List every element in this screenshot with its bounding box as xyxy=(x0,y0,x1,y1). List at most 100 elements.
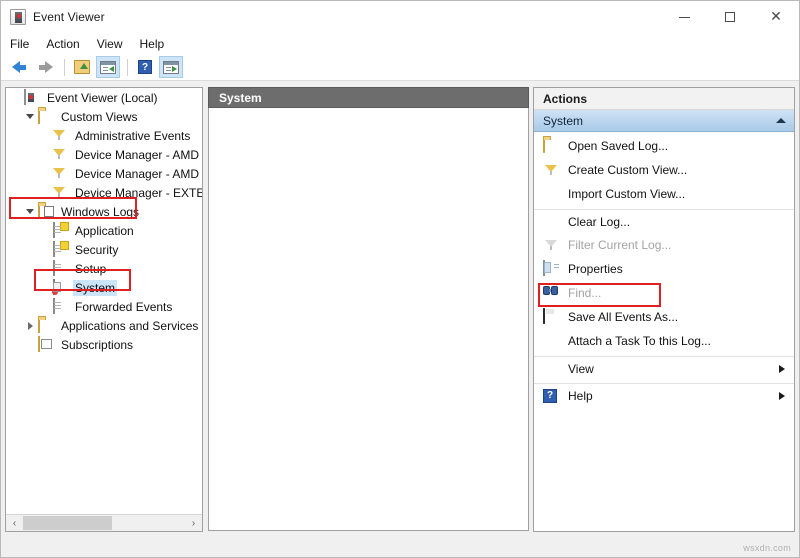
action-icon-spacer xyxy=(543,361,560,377)
show-hide-console-tree-icon xyxy=(100,61,116,74)
tree-item[interactable]: Application xyxy=(6,221,202,240)
tree-item[interactable]: Device Manager - AMD Ra xyxy=(6,164,202,183)
maximize-icon xyxy=(725,12,735,22)
submenu-arrow-icon[interactable] xyxy=(779,392,785,400)
close-icon: ✕ xyxy=(770,10,782,24)
menu-view[interactable]: View xyxy=(97,35,132,53)
action-item-label: View xyxy=(568,362,779,376)
minimize-button[interactable] xyxy=(661,1,707,33)
toolbar: ? xyxy=(1,54,799,81)
action-item: Find... xyxy=(534,281,794,305)
close-button[interactable]: ✕ xyxy=(753,1,799,33)
window-controls: ✕ xyxy=(661,1,799,33)
tree-item[interactable]: Custom Views xyxy=(6,107,202,126)
action-item[interactable]: Import Custom View... xyxy=(534,182,794,206)
action-item[interactable]: Create Custom View... xyxy=(534,158,794,182)
tree-horizontal-scrollbar[interactable]: ‹ › xyxy=(6,514,202,531)
tree-item[interactable]: Device Manager - AMD Ra xyxy=(6,145,202,164)
tree-item[interactable]: Event Viewer (Local) xyxy=(6,88,202,107)
action-item-label: Attach a Task To this Log... xyxy=(568,334,785,348)
toolbar-up-button[interactable] xyxy=(70,56,94,78)
menu-action[interactable]: Action xyxy=(46,35,88,53)
forward-arrow-icon xyxy=(38,61,53,73)
action-item[interactable]: ?Help xyxy=(534,383,794,407)
toolbar-help-button[interactable]: ? xyxy=(133,56,157,78)
action-item[interactable]: Save All Events As... xyxy=(534,305,794,329)
funnel-icon xyxy=(52,147,68,162)
toolbar-separator xyxy=(127,59,128,76)
toolbar-console-tree-button[interactable] xyxy=(96,56,120,78)
collapse-triangle-icon[interactable] xyxy=(776,118,786,123)
tree-item[interactable]: Windows Logs xyxy=(6,202,202,221)
action-item[interactable]: Clear Log... xyxy=(534,209,794,233)
scroll-track[interactable] xyxy=(23,515,185,531)
scroll-left-button[interactable]: ‹ xyxy=(6,515,23,531)
action-item-label: Properties xyxy=(568,262,785,276)
action-item-label: Save All Events As... xyxy=(568,310,785,324)
back-arrow-icon xyxy=(12,61,27,73)
action-item-label: Create Custom View... xyxy=(568,163,785,177)
tree-item[interactable]: Security xyxy=(6,240,202,259)
folder-icon xyxy=(38,109,54,124)
submenu-arrow-icon[interactable] xyxy=(779,365,785,373)
tree-item-label: Subscriptions xyxy=(59,337,135,353)
actions-panel: Actions System Open Saved Log...Create C… xyxy=(533,87,795,532)
action-icon-spacer xyxy=(543,214,560,230)
action-item[interactable]: Attach a Task To this Log... xyxy=(534,329,794,353)
action-item[interactable]: Open Saved Log... xyxy=(534,134,794,158)
maximize-button[interactable] xyxy=(707,1,753,33)
tree-item-label: Applications and Services Log xyxy=(59,318,202,334)
tree-item-label: Setup xyxy=(73,261,108,277)
tree-item[interactable]: System xyxy=(6,278,202,297)
tree-item[interactable]: Device Manager - EXTERN xyxy=(6,183,202,202)
chevron-down-icon[interactable] xyxy=(22,114,38,119)
tree-item[interactable]: Applications and Services Log xyxy=(6,316,202,335)
chevron-right-icon[interactable] xyxy=(22,322,38,330)
action-icon-spacer xyxy=(543,333,560,349)
tree-item-label: Administrative Events xyxy=(73,128,192,144)
console-tree[interactable]: Event Viewer (Local) Custom Views Administ… xyxy=(6,88,202,514)
toolbar-back-button[interactable] xyxy=(7,56,31,78)
tree-item[interactable]: Forwarded Events xyxy=(6,297,202,316)
scroll-thumb[interactable] xyxy=(23,516,112,530)
find-binoculars-icon xyxy=(543,285,560,301)
console-tree-panel: Event Viewer (Local) Custom Views Administ… xyxy=(5,87,203,532)
action-item[interactable]: View xyxy=(534,356,794,380)
tree-item[interactable]: Setup xyxy=(6,259,202,278)
tree-item[interactable]: Administrative Events xyxy=(6,126,202,145)
tree-item-label: Application xyxy=(73,223,136,239)
save-icon xyxy=(543,309,560,325)
subscriptions-icon xyxy=(38,337,54,352)
action-item-label: Find... xyxy=(568,286,785,300)
log-active-icon xyxy=(52,280,68,295)
tree-item-label: Device Manager - AMD Ra xyxy=(73,147,202,163)
tree-item-label: Device Manager - AMD Ra xyxy=(73,166,202,182)
tree-item-label: Custom Views xyxy=(59,109,139,125)
scroll-right-button[interactable]: › xyxy=(185,515,202,531)
log-icon xyxy=(52,261,68,276)
toolbar-action-pane-button[interactable] xyxy=(159,56,183,78)
tree-item-label: Windows Logs xyxy=(59,204,141,220)
actions-group-header[interactable]: System xyxy=(534,110,794,132)
chevron-down-icon[interactable] xyxy=(22,209,38,214)
event-list-body[interactable] xyxy=(208,108,529,531)
tree-item-label: Event Viewer (Local) xyxy=(45,90,160,106)
properties-icon xyxy=(543,261,560,277)
action-item: Filter Current Log... xyxy=(534,233,794,257)
toolbar-forward-button[interactable] xyxy=(33,56,57,78)
help-icon: ? xyxy=(543,388,560,404)
toolbar-separator xyxy=(64,59,65,76)
show-hide-action-pane-icon xyxy=(163,61,179,74)
actions-list: Open Saved Log... Create Custom View... Im… xyxy=(534,132,794,407)
action-item[interactable]: Properties xyxy=(534,257,794,281)
minimize-icon xyxy=(679,17,690,18)
menu-file[interactable]: File xyxy=(10,35,38,53)
event-list-panel: System xyxy=(208,87,529,532)
event-viewer-window: Event Viewer ✕ File Action View Help ? xyxy=(0,0,800,558)
folder-plain-icon xyxy=(38,318,54,333)
status-strip xyxy=(1,537,799,557)
log-warn-icon xyxy=(52,242,68,257)
menu-help[interactable]: Help xyxy=(140,35,174,53)
action-item-label: Clear Log... xyxy=(568,215,785,229)
tree-item[interactable]: Subscriptions xyxy=(6,335,202,354)
